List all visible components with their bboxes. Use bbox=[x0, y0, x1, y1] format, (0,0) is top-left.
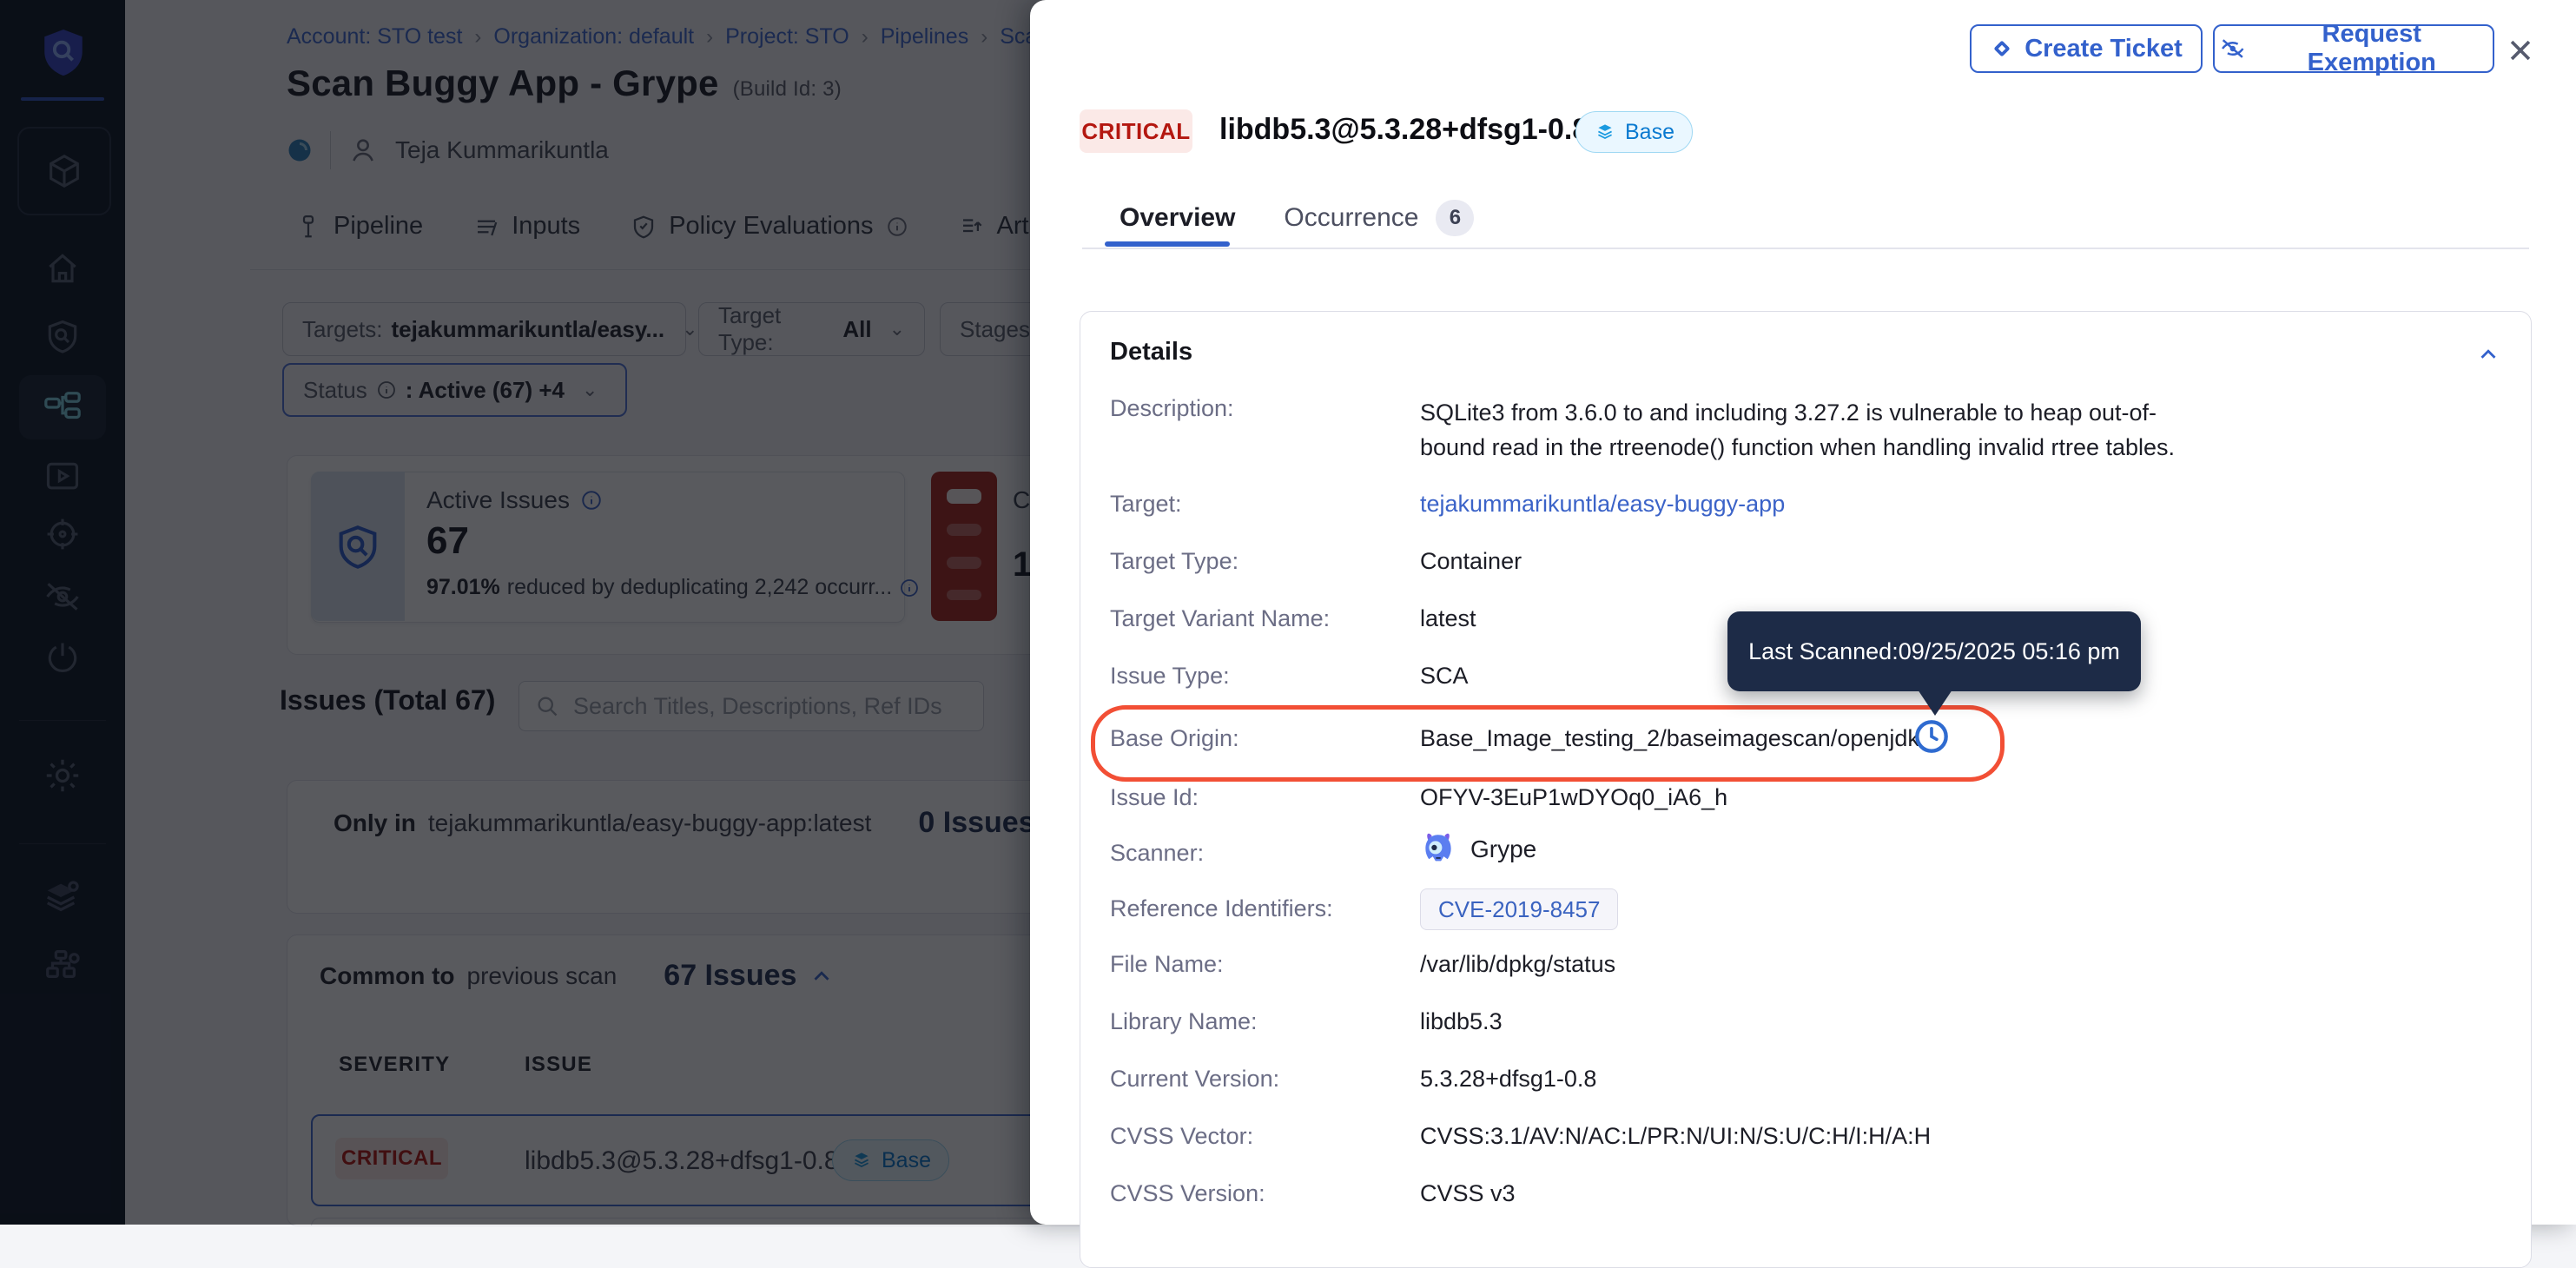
layers-icon bbox=[1594, 121, 1616, 143]
current-version-value: 5.3.28+dfsg1-0.8 bbox=[1420, 1066, 1596, 1093]
base-origin-value: Base_Image_testing_2/baseimagescan/openj… bbox=[1420, 725, 1919, 752]
variant-value: latest bbox=[1420, 605, 1476, 632]
last-scanned-clock-icon[interactable] bbox=[1914, 719, 1949, 754]
request-exemption-button[interactable]: Request Exemption bbox=[2213, 24, 2494, 73]
file-name-label: File Name: bbox=[1110, 951, 1224, 978]
description-value: SQLite3 from 3.6.0 to and including 3.27… bbox=[1420, 395, 2184, 465]
cvss-version-value: CVSS v3 bbox=[1420, 1180, 1516, 1207]
cvss-version-label: CVSS Version: bbox=[1110, 1180, 1265, 1207]
issue-id-value: OFYV-3EuP1wDYOq0_iA6_h bbox=[1420, 784, 1727, 811]
target-type-value: Container bbox=[1420, 548, 1522, 575]
target-type-label: Target Type: bbox=[1110, 548, 1238, 575]
library-name-label: Library Name: bbox=[1110, 1008, 1258, 1035]
active-tab-underline bbox=[1105, 241, 1230, 247]
tooltip-arrow bbox=[1918, 690, 1952, 716]
cvss-vector-label: CVSS Vector: bbox=[1110, 1123, 1253, 1150]
drawer-issue-title: libdb5.3@5.3.28+dfsg1-0.8 bbox=[1219, 113, 1589, 147]
issue-type-label: Issue Type: bbox=[1110, 663, 1230, 690]
issue-id-label: Issue Id: bbox=[1110, 784, 1199, 811]
scanner-value: Grype bbox=[1420, 829, 1536, 869]
chevron-up-icon bbox=[2475, 341, 2501, 367]
target-link[interactable]: tejakummarikuntla/easy-buggy-app bbox=[1420, 491, 1785, 518]
target-label: Target: bbox=[1110, 491, 1182, 518]
tabs-divider bbox=[1082, 248, 2529, 249]
cvss-vector-value: CVSS:3.1/AV:N/AC:L/PR:N/UI:N/S:U/C:H/I:H… bbox=[1420, 1123, 1931, 1150]
drawer-tabs: Overview Occurrence 6 bbox=[1120, 200, 1474, 236]
grype-scanner-icon bbox=[1420, 829, 1456, 869]
last-scanned-tooltip: Last Scanned:09/25/2025 05:16 pm bbox=[1727, 611, 2141, 691]
eye-off-icon bbox=[2220, 36, 2246, 62]
create-ticket-button[interactable]: Create Ticket bbox=[1970, 24, 2203, 73]
variant-label: Target Variant Name: bbox=[1110, 605, 1330, 632]
description-label: Description: bbox=[1110, 395, 1234, 422]
issue-detail-drawer: Create Ticket Request Exemption CRITICAL… bbox=[1030, 0, 2576, 1225]
close-drawer-button[interactable] bbox=[2501, 31, 2540, 69]
tab-occurrence[interactable]: Occurrence bbox=[1284, 203, 1418, 233]
reference-identifiers-label: Reference Identifiers: bbox=[1110, 895, 1333, 922]
cve-link-pill[interactable]: CVE-2019-8457 bbox=[1420, 888, 1618, 930]
drawer-base-tag-pill: Base bbox=[1575, 111, 1693, 153]
base-origin-label: Base Origin: bbox=[1110, 725, 1239, 752]
details-heading: Details bbox=[1110, 338, 1192, 367]
collapse-section-button[interactable] bbox=[2475, 341, 2501, 367]
library-name-value: libdb5.3 bbox=[1420, 1008, 1503, 1035]
tab-overview[interactable]: Overview bbox=[1120, 203, 1235, 233]
file-name-value: /var/lib/dpkg/status bbox=[1420, 951, 1615, 978]
scanner-label: Scanner: bbox=[1110, 840, 1204, 867]
close-icon bbox=[2506, 36, 2535, 65]
issue-type-value: SCA bbox=[1420, 663, 1469, 690]
occurrence-count-badge: 6 bbox=[1436, 200, 1474, 236]
details-card: Details Description: SQLite3 from 3.6.0 … bbox=[1080, 311, 2532, 1268]
ticket-diamond-icon bbox=[1990, 36, 2014, 61]
drawer-severity-badge: CRITICAL bbox=[1080, 109, 1192, 153]
current-version-label: Current Version: bbox=[1110, 1066, 1279, 1093]
